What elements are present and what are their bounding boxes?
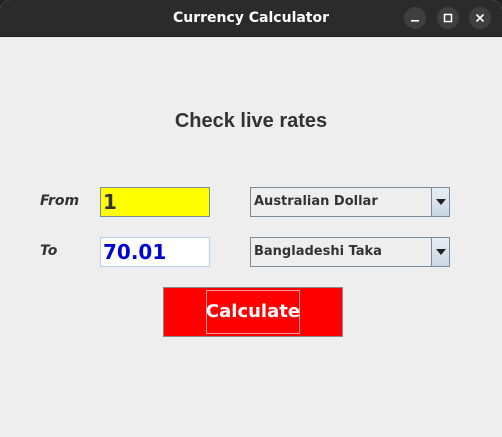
to-label: To — [40, 243, 58, 259]
to-currency-value: Bangladeshi Taka — [254, 244, 382, 259]
calculate-button[interactable]: Calculate — [163, 287, 343, 337]
chevron-down-icon — [436, 249, 446, 255]
close-icon — [475, 13, 485, 23]
from-currency-value: Australian Dollar — [254, 194, 378, 209]
to-currency-select[interactable]: Bangladeshi Taka — [250, 237, 450, 267]
window-title: Currency Calculator — [172, 10, 330, 26]
maximize-icon — [443, 13, 453, 23]
from-amount-input[interactable]: 1 — [100, 187, 210, 217]
minimize-button[interactable] — [404, 7, 426, 29]
from-currency-select[interactable]: Australian Dollar — [250, 187, 450, 217]
to-amount-input[interactable]: 70.01 — [100, 237, 210, 267]
page-heading: Check live rates — [174, 110, 328, 132]
from-currency-dropdown-button[interactable] — [431, 188, 449, 216]
title-bar[interactable]: Currency Calculator — [0, 0, 502, 37]
main-panel: Check live rates From 1 Australian Dolla… — [0, 37, 502, 437]
from-label: From — [40, 193, 80, 209]
chevron-down-icon — [436, 199, 446, 205]
calculate-label: Calculate — [205, 301, 301, 322]
close-button[interactable] — [469, 7, 491, 29]
maximize-button[interactable] — [437, 7, 459, 29]
app-window: Currency Calculator Check live rates Fro… — [0, 0, 502, 437]
to-currency-dropdown-button[interactable] — [431, 238, 449, 266]
minimize-icon — [411, 20, 419, 22]
